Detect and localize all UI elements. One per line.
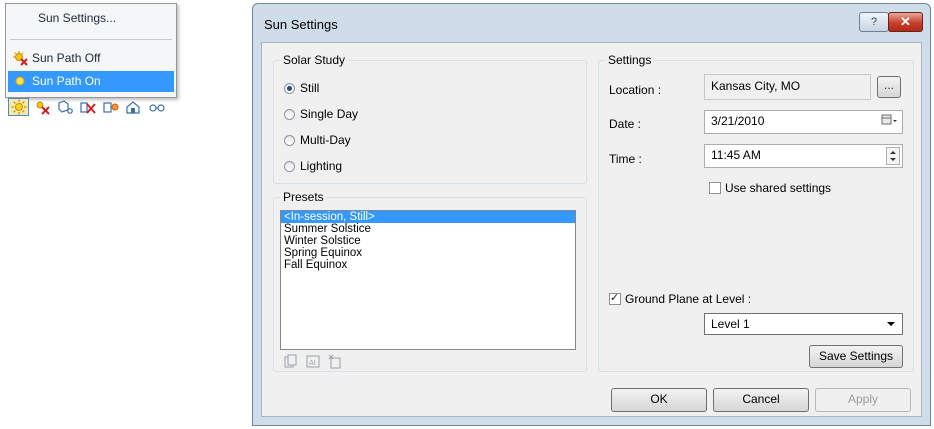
dialog-title: Sun Settings bbox=[264, 17, 338, 32]
radio-button[interactable] bbox=[284, 134, 295, 146]
sun-path-button[interactable] bbox=[8, 98, 29, 116]
sun-settings-dialog: Sun Settings ? ✕ Solar Study Still Singl… bbox=[252, 3, 931, 426]
render-button[interactable] bbox=[100, 98, 121, 116]
sun-icon bbox=[11, 99, 26, 115]
radio-lighting[interactable]: Lighting bbox=[284, 158, 342, 174]
solar-study-legend: Solar Study bbox=[280, 53, 349, 67]
radio-still[interactable]: Still bbox=[284, 80, 319, 96]
location-label: Location : bbox=[609, 83, 662, 97]
presets-legend: Presets bbox=[280, 190, 327, 204]
menu-item-sun-path-off[interactable]: Sun Path Off bbox=[8, 48, 174, 69]
calendar-dropdown-icon[interactable] bbox=[880, 111, 898, 135]
presets-group: Presets <In-session, Still> Summer Solst… bbox=[273, 190, 587, 372]
ground-plane-label: Ground Plane at Level : bbox=[625, 292, 752, 306]
radio-button[interactable] bbox=[284, 82, 295, 94]
sun-off-icon bbox=[13, 51, 28, 66]
date-picker[interactable]: 3/21/2010 bbox=[704, 110, 903, 134]
dialog-titlebar[interactable]: Sun Settings ? ✕ bbox=[253, 4, 930, 42]
render-icon bbox=[102, 102, 118, 113]
radio-button[interactable] bbox=[284, 108, 295, 120]
radio-label: Lighting bbox=[300, 159, 343, 173]
location-field: Kansas City, MO bbox=[704, 74, 871, 100]
sun-context-menu: Sun Settings... Sun Path Off Sun Path On bbox=[5, 3, 177, 98]
menu-item-label: Sun Settings... bbox=[38, 11, 117, 25]
ok-button[interactable]: OK bbox=[611, 388, 707, 412]
house-button[interactable] bbox=[123, 98, 144, 116]
level-value: Level 1 bbox=[711, 317, 750, 331]
time-spinner[interactable]: 11:45 AM bbox=[704, 144, 903, 168]
radio-label: Single Day bbox=[300, 107, 359, 121]
presets-list[interactable]: <In-session, Still> Summer Solstice Wint… bbox=[280, 210, 576, 350]
settings-group: Settings Location : Kansas City, MO ... … bbox=[598, 53, 914, 372]
list-item[interactable]: <In-session, Still> bbox=[281, 211, 575, 223]
checkbox[interactable] bbox=[709, 182, 721, 194]
solar-study-group: Solar Study Still Single Day Multi-Day L… bbox=[273, 53, 587, 184]
view-control-toolbar bbox=[8, 97, 180, 117]
duplicate-icon[interactable] bbox=[284, 354, 298, 369]
sun-on-icon bbox=[13, 74, 28, 89]
browse-location-button[interactable]: ... bbox=[877, 76, 901, 98]
sun-off-icon bbox=[36, 101, 50, 115]
save-settings-button[interactable]: Save Settings bbox=[809, 345, 903, 368]
shadows-off-button[interactable] bbox=[77, 98, 98, 116]
radio-label: Multi-Day bbox=[300, 133, 351, 147]
delete-icon[interactable] bbox=[328, 354, 342, 369]
menu-item-label: Sun Path Off bbox=[32, 51, 101, 65]
ground-plane-checkbox[interactable]: Ground Plane at Level : bbox=[609, 291, 752, 306]
checkbox[interactable] bbox=[609, 291, 621, 305]
menu-item-sun-path-on[interactable]: Sun Path On bbox=[8, 71, 174, 92]
date-label: Date : bbox=[609, 117, 642, 131]
date-value: 3/21/2010 bbox=[711, 114, 765, 128]
menu-item-sun-settings[interactable]: Sun Settings... bbox=[8, 8, 174, 29]
glasses-button[interactable] bbox=[146, 98, 167, 116]
apply-button[interactable]: Apply bbox=[815, 388, 911, 412]
radio-button[interactable] bbox=[284, 160, 295, 172]
list-item[interactable]: Spring Equinox bbox=[281, 247, 575, 259]
spinner-arrows-icon[interactable] bbox=[886, 147, 900, 165]
svg-text:AI: AI bbox=[309, 359, 316, 367]
rename-icon[interactable]: AI bbox=[306, 354, 320, 369]
shadows-off-icon bbox=[79, 102, 96, 114]
radio-single-day[interactable]: Single Day bbox=[284, 106, 358, 122]
settings-legend: Settings bbox=[605, 53, 655, 67]
menu-separator bbox=[10, 39, 172, 40]
shadow-icon bbox=[57, 100, 73, 114]
help-button[interactable]: ? bbox=[859, 12, 889, 32]
menu-item-label: Sun Path On bbox=[32, 74, 101, 88]
use-shared-label: Use shared settings bbox=[725, 181, 832, 195]
list-item[interactable]: Fall Equinox bbox=[281, 259, 575, 271]
use-shared-settings-checkbox[interactable]: Use shared settings bbox=[709, 181, 831, 195]
dialog-client-area: Solar Study Still Single Day Multi-Day L… bbox=[261, 42, 922, 417]
radio-label: Still bbox=[300, 81, 320, 95]
list-item[interactable]: Summer Solstice bbox=[281, 223, 575, 235]
radio-multi-day[interactable]: Multi-Day bbox=[284, 132, 351, 148]
glasses-icon bbox=[148, 104, 165, 112]
sun-off-button[interactable] bbox=[31, 98, 52, 116]
chevron-down-icon bbox=[886, 314, 896, 340]
house-icon bbox=[125, 101, 140, 114]
time-label: Time : bbox=[609, 152, 642, 166]
cancel-button[interactable]: Cancel bbox=[713, 388, 809, 412]
level-dropdown[interactable]: Level 1 bbox=[704, 313, 903, 335]
list-item[interactable]: Winter Solstice bbox=[281, 235, 575, 247]
close-button[interactable]: ✕ bbox=[888, 12, 923, 32]
time-value: 11:45 AM bbox=[711, 148, 761, 162]
shadows-button[interactable] bbox=[54, 98, 75, 116]
